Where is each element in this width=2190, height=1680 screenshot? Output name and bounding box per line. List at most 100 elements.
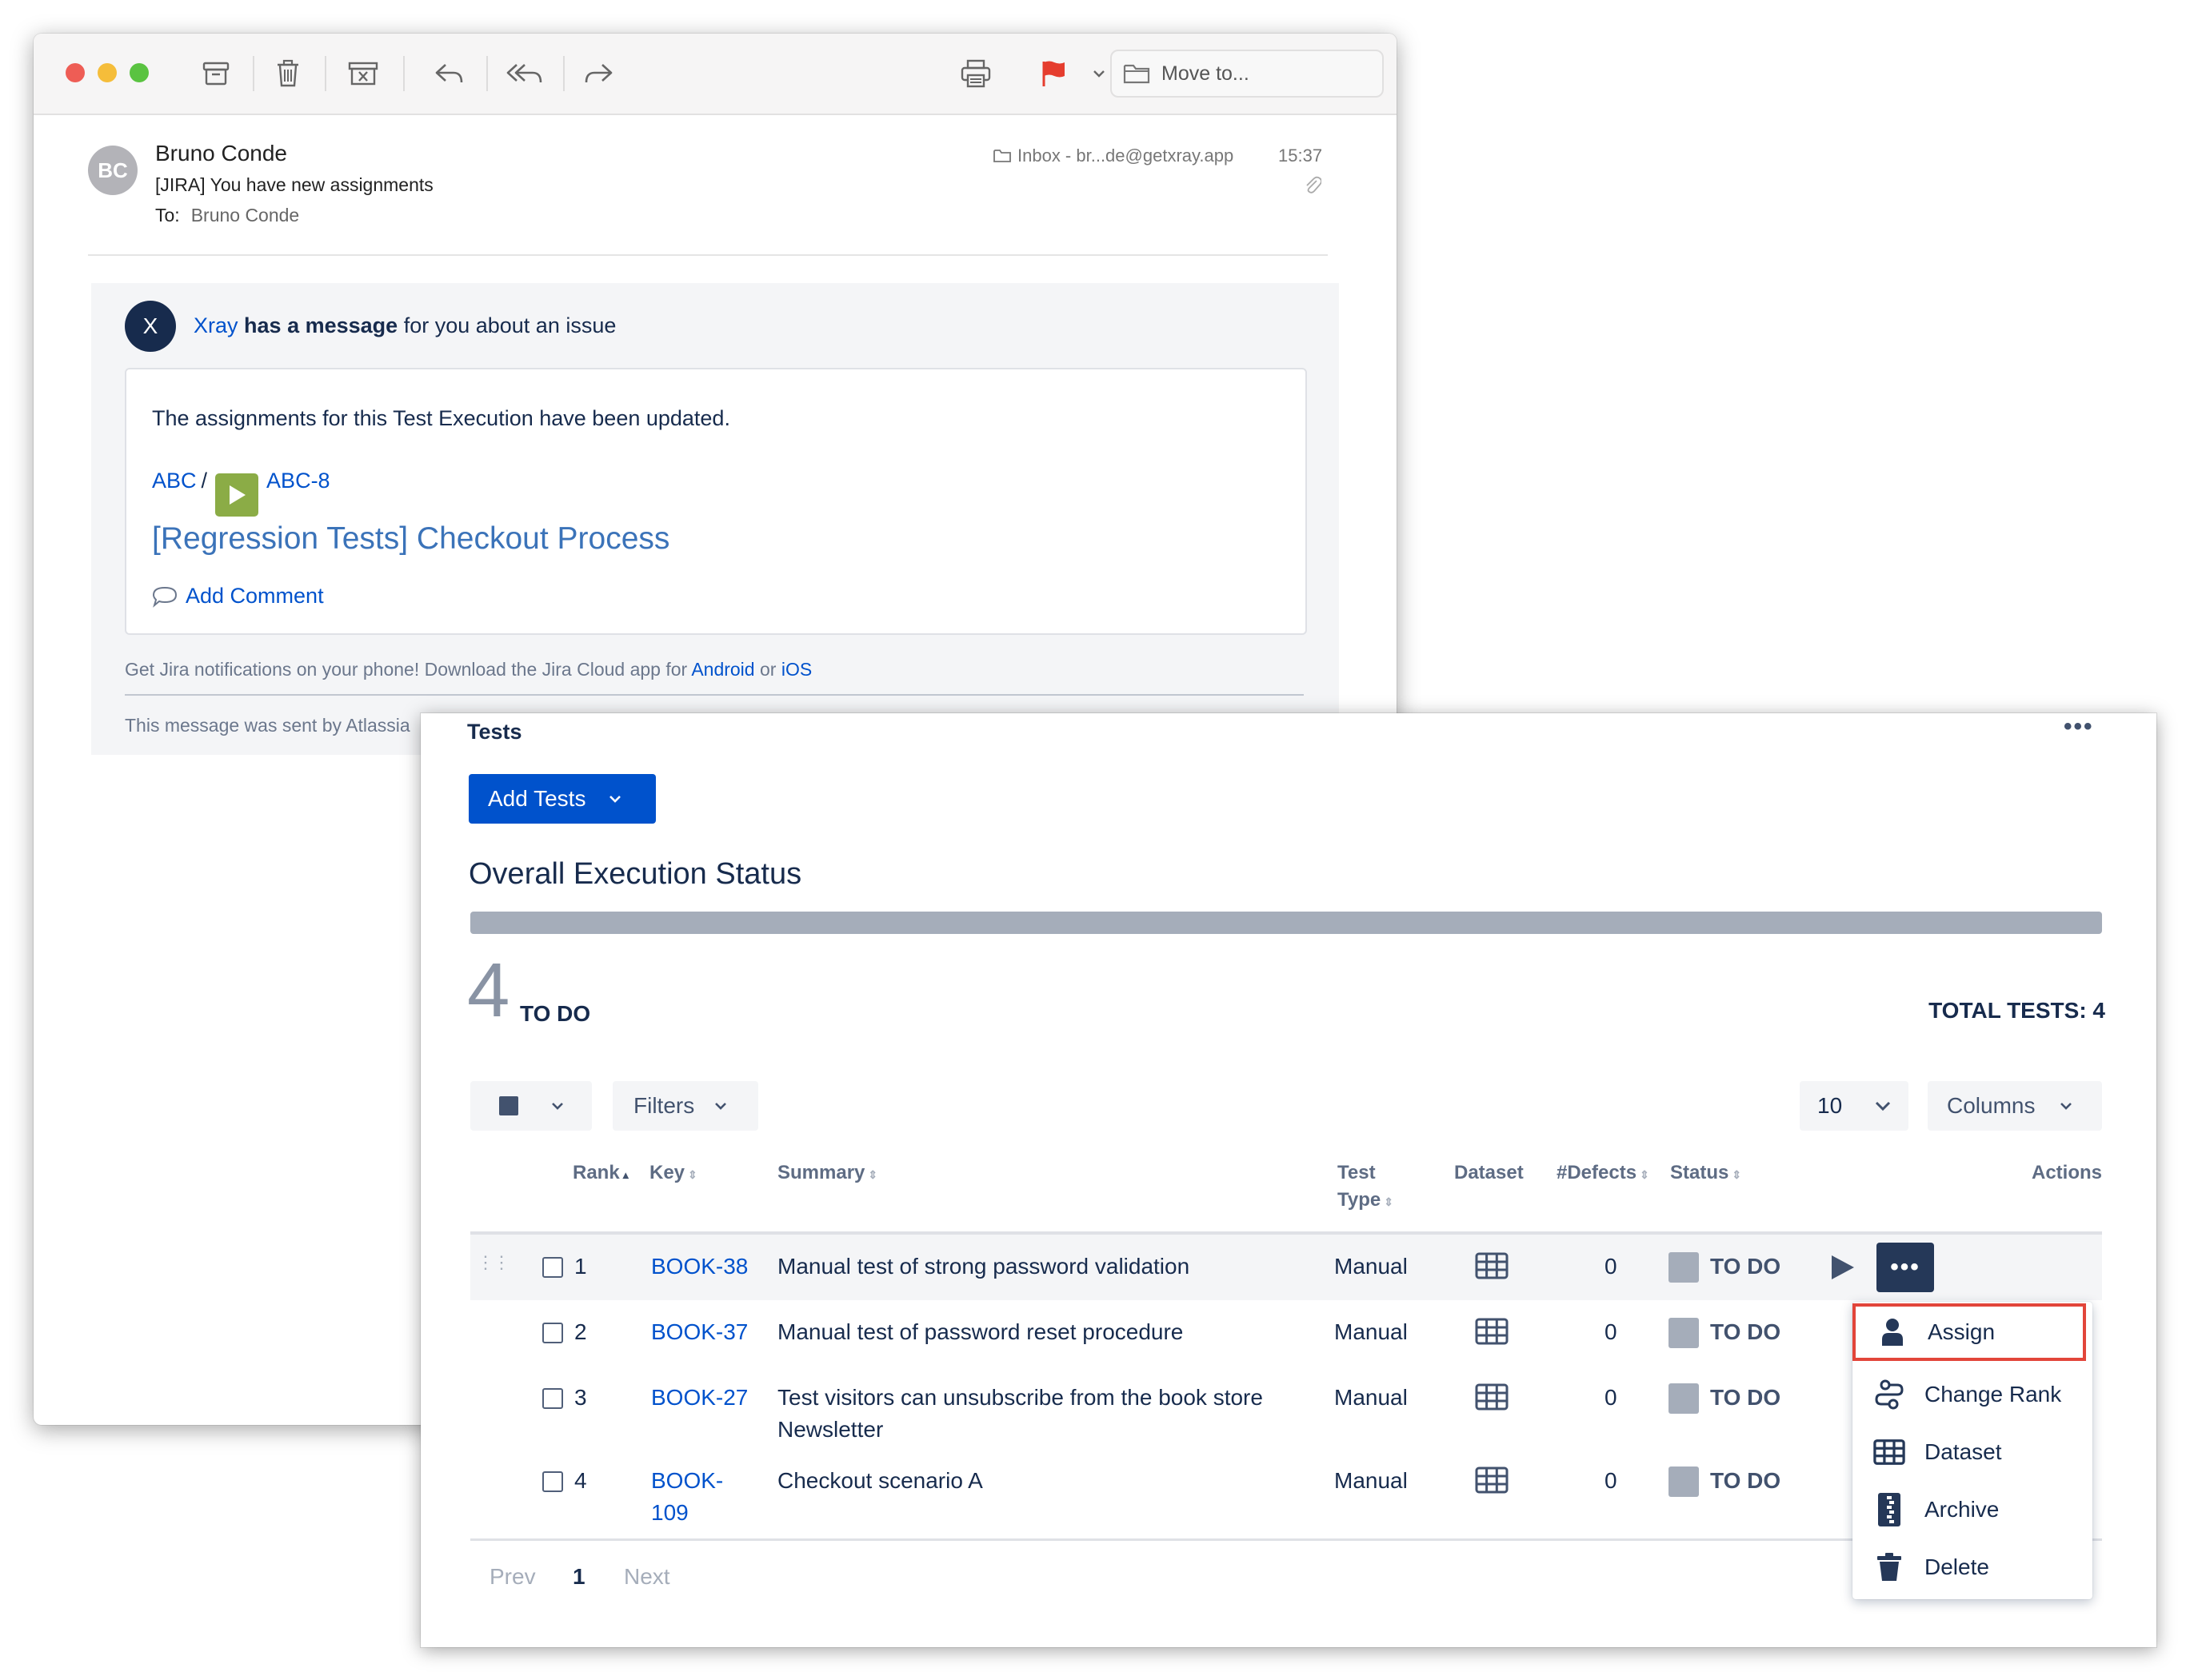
junk-icon[interactable] (339, 51, 387, 96)
status-square (1668, 1383, 1699, 1414)
print-icon[interactable] (952, 51, 1000, 96)
reply-all-icon[interactable] (499, 51, 550, 96)
defects-cell: 0 (1605, 1385, 1617, 1410)
flag-menu-chevron-down-icon[interactable] (1088, 51, 1110, 96)
flag-icon[interactable] (1033, 51, 1073, 96)
add-comment-link[interactable]: Add Comment (152, 584, 324, 609)
summary-cell: Test visitors can unsubscribe from the b… (777, 1382, 1263, 1446)
sender-name: Bruno Conde (155, 141, 288, 166)
move-to-button[interactable]: Move to... (1110, 50, 1384, 98)
chevron-down-icon (552, 1103, 563, 1110)
ios-link[interactable]: iOS (781, 659, 812, 680)
change-rank-label: Change Rank (1924, 1382, 2062, 1407)
page-size-select[interactable]: 10 (1800, 1081, 1908, 1131)
android-link[interactable]: Android (691, 659, 754, 680)
todo-label: TO DO (520, 1001, 591, 1026)
status-square (1668, 1252, 1699, 1283)
mail-toolbar: Move to... (34, 34, 1397, 115)
change-rank-icon (1873, 1379, 1905, 1411)
menu-item-delete[interactable]: Delete (1852, 1538, 2092, 1596)
prev-page-button[interactable]: Prev (490, 1561, 536, 1593)
footer-prefix: Get Jira notifications on your phone! Do… (125, 659, 688, 680)
forward-icon[interactable] (576, 51, 621, 96)
key-link[interactable]: BOOK-27 (651, 1382, 748, 1414)
tests-title: Tests (467, 720, 522, 744)
status-square (1668, 1318, 1699, 1348)
add-tests-button[interactable]: Add Tests (469, 774, 656, 824)
zoom-window-button[interactable] (130, 63, 149, 82)
sender-avatar: BC (88, 146, 138, 195)
recipient-name: Bruno Conde (190, 205, 300, 225)
row-actions-more-button[interactable]: ••• (1876, 1243, 1934, 1292)
menu-item-archive[interactable]: Archive (1852, 1481, 2092, 1538)
menu-item-change-rank[interactable]: Change Rank (1852, 1366, 2092, 1423)
status-filter-dropdown[interactable] (470, 1081, 592, 1131)
trash-icon (1873, 1553, 1905, 1582)
table-row[interactable]: ⋮⋮ 1 BOOK-38 Manual test of strong passw… (470, 1235, 2102, 1300)
summary-line1: Test visitors can unsubscribe from the b… (777, 1385, 1263, 1410)
add-tests-label: Add Tests (488, 786, 586, 811)
column-header-dataset: Dataset (1454, 1162, 1524, 1183)
status-color-square (499, 1096, 518, 1115)
issue-card: The assignments for this Test Execution … (125, 368, 1307, 635)
defects-cell: 0 (1605, 1319, 1617, 1344)
column-header-key[interactable]: Key ⇕ (649, 1159, 697, 1188)
panel-more-icon[interactable]: ••• (2064, 713, 2094, 740)
trash-icon[interactable] (266, 51, 310, 96)
menu-item-dataset[interactable]: Dataset (1852, 1423, 2092, 1481)
reply-icon[interactable] (427, 51, 472, 96)
drag-handle-icon[interactable]: ⋮⋮ (477, 1252, 510, 1273)
test-type-cell: Manual (1334, 1319, 1408, 1344)
key-link[interactable]: BOOK- 109 (651, 1465, 723, 1529)
summary-cell: Manual test of password reset procedure (777, 1319, 1184, 1344)
close-window-button[interactable] (66, 63, 85, 82)
menu-item-assign[interactable]: Assign (1852, 1303, 2086, 1361)
status-cell: TO DO (1710, 1319, 1781, 1344)
dataset-grid-icon[interactable] (1475, 1318, 1509, 1349)
user-icon (1876, 1317, 1908, 1347)
key-link[interactable]: BOOK-37 (651, 1316, 748, 1348)
filters-dropdown[interactable]: Filters (613, 1081, 758, 1131)
column-header-defects[interactable]: #Defects ⇕ (1557, 1159, 1649, 1188)
row-checkbox[interactable] (542, 1257, 563, 1278)
summary-cell: Manual test of strong password validatio… (777, 1254, 1190, 1279)
project-link[interactable]: ABC (152, 469, 197, 493)
rank-cell: 1 (574, 1254, 587, 1279)
column-header-status[interactable]: Status ⇕ (1670, 1159, 1741, 1188)
test-execution-play-icon (215, 473, 259, 517)
issue-key-link[interactable]: ABC-8 (266, 469, 330, 493)
key-line2: 109 (651, 1500, 689, 1525)
current-page[interactable]: 1 (573, 1561, 585, 1593)
dataset-grid-icon[interactable] (1475, 1252, 1509, 1283)
archive-icon[interactable] (194, 51, 238, 96)
columns-dropdown[interactable]: Columns (1928, 1081, 2102, 1131)
test-type-header-line2: Type (1337, 1189, 1381, 1211)
rank-header-label: Rank (573, 1162, 620, 1183)
column-header-test-type[interactable]: Test Type ⇕ (1337, 1159, 1393, 1215)
run-test-play-icon[interactable] (1828, 1254, 1856, 1285)
row-checkbox[interactable] (542, 1471, 563, 1492)
status-header-label: Status (1670, 1162, 1729, 1183)
dataset-grid-icon (1873, 1439, 1905, 1466)
dataset-grid-icon[interactable] (1475, 1467, 1509, 1498)
issue-breadcrumb: ABC / ABC-8 (152, 469, 330, 517)
summary-header-label: Summary (777, 1162, 865, 1183)
dataset-grid-icon[interactable] (1475, 1383, 1509, 1415)
next-page-button[interactable]: Next (624, 1561, 670, 1593)
xray-link[interactable]: Xray (194, 313, 238, 337)
breadcrumb-separator: / (201, 469, 208, 493)
assignment-text: The assignments for this Test Execution … (152, 406, 730, 430)
attachment-icon[interactable] (1304, 174, 1322, 199)
column-header-summary[interactable]: Summary ⇕ (777, 1159, 877, 1188)
minimize-window-button[interactable] (98, 63, 117, 82)
about-issue-text: for you about an issue (403, 313, 617, 337)
key-header-label: Key (649, 1162, 685, 1183)
row-checkbox[interactable] (542, 1388, 563, 1409)
sent-by-footer: This message was sent by Atlassia (125, 715, 410, 736)
comment-bubble-icon (152, 586, 178, 608)
issue-title-link[interactable]: [Regression Tests] Checkout Process (152, 521, 669, 557)
test-type-header-line1: Test (1337, 1162, 1376, 1183)
key-link[interactable]: BOOK-38 (651, 1251, 748, 1283)
column-header-rank[interactable]: Rank ▴ (573, 1159, 629, 1188)
row-checkbox[interactable] (542, 1323, 563, 1343)
